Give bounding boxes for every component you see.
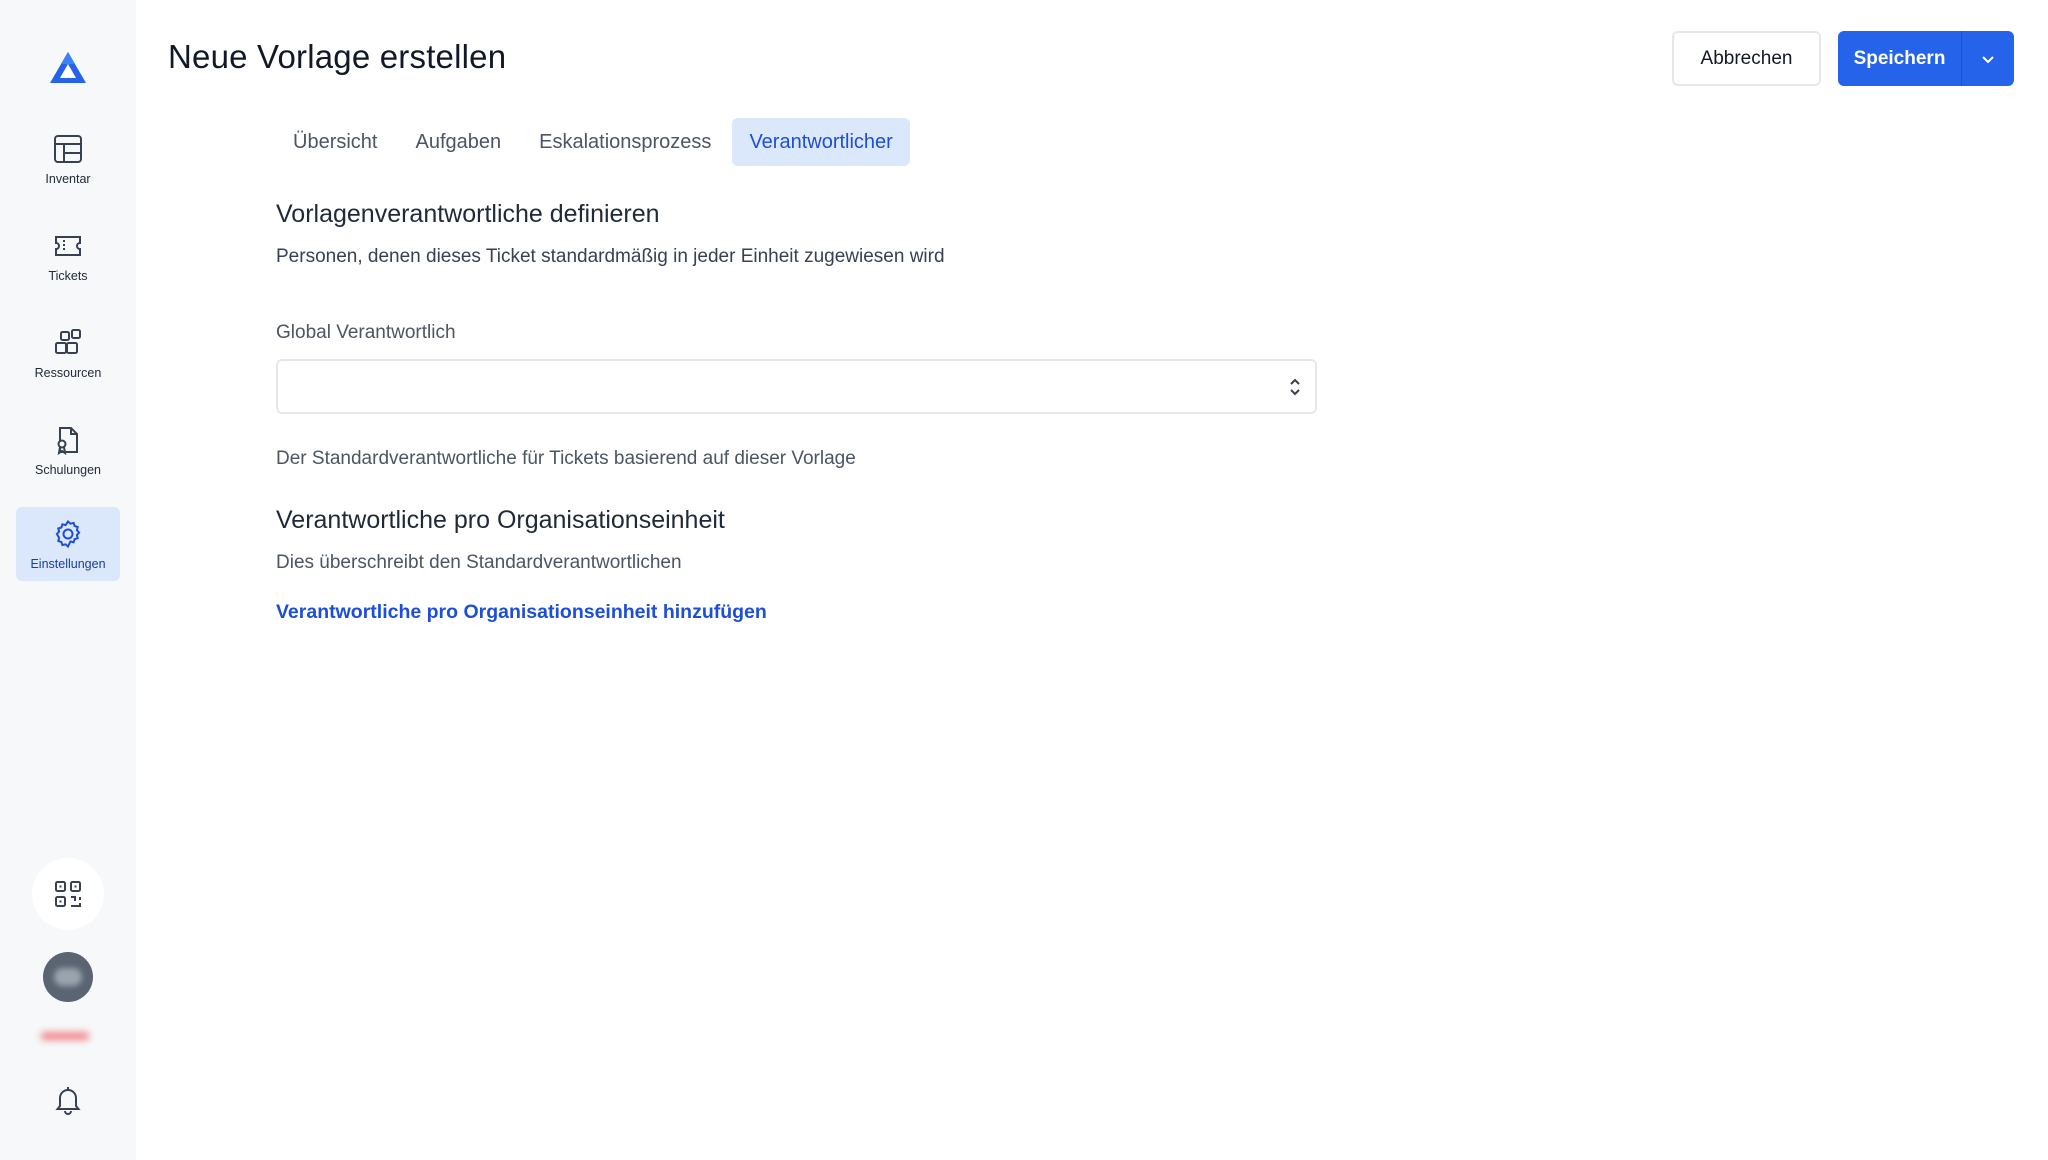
sidebar-item-schulungen[interactable]: Schulungen (16, 413, 120, 487)
blurred-user-name: ■■■■■■ (41, 1028, 89, 1043)
cancel-button[interactable]: Abbrechen (1672, 31, 1821, 86)
save-options-button[interactable] (1962, 31, 2014, 86)
sidebar-item-label: Ressourcen (34, 365, 102, 380)
tab-verantwortlicher[interactable]: Verantwortlicher (732, 118, 910, 166)
save-button-group: Speichern (1838, 31, 2014, 86)
sidebar-item-label: Inventar (45, 171, 91, 186)
section-title-default: Vorlagenverantwortliche definieren (276, 200, 660, 228)
global-responsible-help-text: Der Standardverantwortliche für Tickets … (276, 448, 856, 469)
tab-eskalationsprozess[interactable]: Eskalationsprozess (522, 118, 728, 166)
avatar[interactable] (43, 952, 93, 1002)
sidebar-item-label: Einstellungen (30, 556, 106, 571)
app-logo[interactable] (48, 50, 88, 86)
tab-aufgaben[interactable]: Aufgaben (398, 118, 518, 166)
gear-icon (55, 519, 81, 548)
app-root: Inventar Tickets Ressourcen Schulungen E… (0, 0, 2048, 1160)
bell-icon[interactable] (52, 1084, 84, 1116)
section-title-org: Verantwortliche pro Organisationseinheit (276, 506, 725, 534)
sort-caret-icon (1290, 378, 1300, 396)
chevron-down-icon (1982, 55, 1994, 63)
sidebar-item-inventar[interactable]: Inventar (16, 122, 120, 196)
avatar-image (54, 968, 82, 986)
sidebar-item-label: Schulungen (34, 462, 102, 477)
sidebar-item-label: Tickets (48, 268, 88, 283)
sidebar-item-ressourcen[interactable]: Ressourcen (16, 316, 120, 390)
global-responsible-select[interactable] (276, 359, 1317, 414)
tab-uebersicht[interactable]: Übersicht (276, 118, 394, 166)
sidebar-item-einstellungen[interactable]: Einstellungen (16, 507, 120, 581)
page-title: Neue Vorlage erstellen (168, 38, 507, 75)
tab-bar: Übersicht Aufgaben Eskalationsprozess Ve… (276, 118, 914, 166)
sidebar: Inventar Tickets Ressourcen Schulungen E… (0, 0, 136, 1160)
resources-icon (55, 328, 81, 354)
save-button[interactable]: Speichern (1838, 31, 1962, 86)
ticket-icon (55, 235, 81, 256)
qr-code-icon (55, 881, 81, 907)
qr-code-button[interactable] (32, 858, 104, 930)
add-org-responsible-link[interactable]: Verantwortliche pro Organisationseinheit… (276, 601, 767, 624)
table-icon (54, 134, 82, 163)
section-description-org: Dies überschreibt den Standardverantwort… (276, 552, 682, 573)
sidebar-item-tickets[interactable]: Tickets (16, 219, 120, 293)
training-icon (57, 426, 78, 455)
global-responsible-label: Global Verantwortlich (276, 322, 456, 343)
section-description-default: Personen, denen dieses Ticket standardmä… (276, 246, 945, 267)
